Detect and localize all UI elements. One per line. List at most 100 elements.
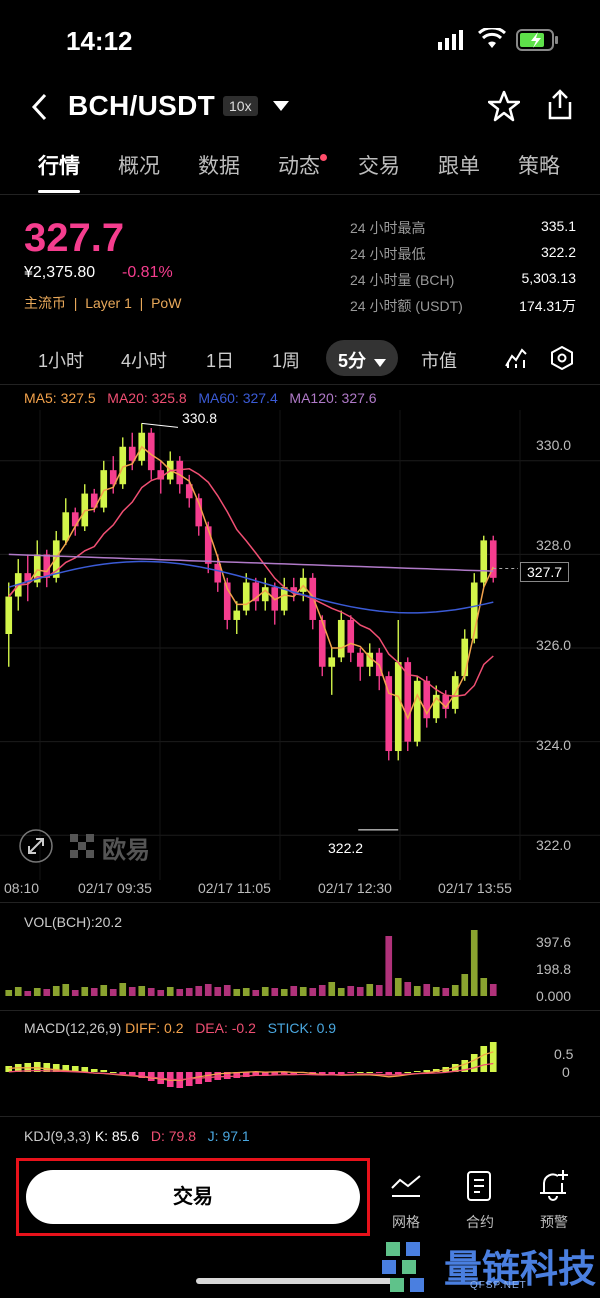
volume-bar bbox=[223, 985, 231, 996]
y-tick-label: 328.0 bbox=[536, 537, 572, 553]
candlestick-chart[interactable] bbox=[0, 410, 600, 880]
volume-bar bbox=[423, 984, 431, 996]
tab-bar: 行情 概况 数据 动态 交易 跟单 策略 bbox=[0, 150, 600, 194]
volume-bar bbox=[337, 988, 345, 996]
grid-chart-icon[interactable] bbox=[390, 1172, 422, 1205]
last-price-tag: 327.7 bbox=[520, 562, 570, 582]
kdj-k: K: 85.6 bbox=[94, 1128, 140, 1144]
macd-bar bbox=[404, 1072, 412, 1073]
divider bbox=[0, 902, 600, 903]
volume-bar bbox=[128, 987, 136, 996]
stat-value: 5,303.13 bbox=[521, 270, 577, 286]
chevron-down-icon[interactable] bbox=[272, 99, 290, 117]
volume-bar bbox=[356, 987, 364, 996]
volume-bar bbox=[299, 987, 307, 996]
tab-overview[interactable]: 概况 bbox=[118, 150, 160, 180]
stat-label: 24 小时最低 bbox=[350, 246, 426, 262]
macd-bar bbox=[356, 1072, 364, 1073]
volume-bar bbox=[71, 990, 79, 996]
home-indicator[interactable] bbox=[196, 1278, 404, 1284]
volume-bar bbox=[309, 988, 317, 996]
volume-bar bbox=[5, 990, 13, 996]
volume-bar bbox=[480, 978, 488, 996]
macd-diff: DIFF: 0.2 bbox=[125, 1020, 184, 1036]
x-tick-label: 02/17 12:30 bbox=[318, 880, 392, 896]
kdj-label: KDJ(9,3,3) bbox=[24, 1128, 91, 1144]
tab-news[interactable]: 动态 bbox=[278, 150, 320, 180]
volume-bar bbox=[347, 986, 355, 996]
volume-bar bbox=[328, 982, 336, 996]
fullscreen-icon[interactable] bbox=[18, 828, 54, 869]
macd-bar bbox=[100, 1070, 108, 1072]
interval-5m[interactable]: 5分 bbox=[338, 347, 366, 373]
tab-data[interactable]: 数据 bbox=[198, 150, 240, 180]
interval-1h[interactable]: 1小时 bbox=[38, 347, 84, 373]
divider bbox=[0, 1116, 600, 1117]
x-tick-label: 02/17 09:35 bbox=[78, 880, 152, 896]
volume-bar bbox=[461, 974, 469, 996]
interval-1d[interactable]: 1日 bbox=[206, 347, 234, 373]
stat-label: 24 小时最高 bbox=[350, 220, 426, 236]
settings-icon[interactable] bbox=[550, 345, 574, 375]
divider bbox=[0, 194, 600, 195]
interval-4h[interactable]: 4小时 bbox=[121, 347, 167, 373]
low-marker-label: 322.2 bbox=[328, 840, 364, 856]
star-icon[interactable] bbox=[487, 90, 521, 127]
candle-body bbox=[480, 540, 488, 583]
volume-bar bbox=[204, 984, 212, 996]
tab-strategy[interactable]: 策略 bbox=[518, 150, 560, 180]
candle-body bbox=[71, 512, 79, 527]
macd-dea: DEA: -0.2 bbox=[195, 1020, 256, 1036]
macd-bar bbox=[413, 1071, 421, 1072]
volume-bar bbox=[394, 978, 402, 996]
ma5-label: MA5: 327.5 bbox=[24, 390, 96, 406]
volume-bar bbox=[413, 986, 421, 996]
tab-trade[interactable]: 交易 bbox=[358, 150, 400, 180]
tab-copy[interactable]: 跟单 bbox=[438, 150, 480, 180]
pair-title[interactable]: BCH/USDT bbox=[68, 90, 215, 122]
volume-bar bbox=[242, 988, 250, 996]
contract-label[interactable]: 合约 bbox=[450, 1212, 510, 1232]
chevron-down-icon[interactable] bbox=[374, 354, 386, 372]
candle-body bbox=[347, 619, 355, 653]
grid-label[interactable]: 网格 bbox=[376, 1212, 436, 1232]
ma20-label: MA20: 325.8 bbox=[107, 390, 187, 406]
tab-market[interactable]: 行情 bbox=[38, 150, 80, 180]
indicator-icon[interactable] bbox=[504, 346, 528, 375]
notification-dot bbox=[320, 154, 327, 161]
volume-bar bbox=[432, 987, 440, 996]
candle-body bbox=[5, 596, 13, 634]
stat-value: 174.31万 bbox=[519, 298, 576, 314]
share-icon[interactable] bbox=[544, 88, 576, 127]
interval-1w[interactable]: 1周 bbox=[272, 347, 300, 373]
alert-label[interactable]: 预警 bbox=[524, 1212, 584, 1232]
contract-doc-icon[interactable] bbox=[466, 1170, 494, 1207]
interval-marketcap[interactable]: 市值 bbox=[421, 347, 457, 373]
macd-legend: MACD(12,26,9) DIFF: 0.2 DEA: -0.2 STICK:… bbox=[24, 1020, 336, 1036]
wifi-icon bbox=[477, 26, 507, 55]
macd-bar bbox=[347, 1072, 355, 1073]
candle-body bbox=[394, 662, 402, 752]
volume-bar bbox=[52, 986, 60, 996]
back-icon[interactable] bbox=[30, 92, 50, 127]
stat-value: 335.1 bbox=[540, 218, 576, 234]
signal-icon bbox=[438, 30, 464, 55]
candle-body bbox=[204, 526, 212, 564]
ma60-label: MA60: 327.4 bbox=[198, 390, 278, 406]
trade-button[interactable]: 交易 bbox=[26, 1170, 360, 1224]
volume-bar bbox=[24, 991, 32, 996]
cny-price: ¥2,375.80 bbox=[24, 264, 96, 281]
volume-bar bbox=[109, 989, 117, 996]
macd-bar bbox=[328, 1072, 336, 1074]
macd-tick-label: 0.5 bbox=[554, 1046, 574, 1062]
volume-bar bbox=[233, 989, 241, 996]
y-tick-label: 330.0 bbox=[536, 437, 572, 453]
volume-bar bbox=[43, 989, 51, 996]
kdj-legend: KDJ(9,3,3) K: 85.6 D: 79.8 J: 97.1 bbox=[24, 1128, 250, 1144]
x-tick-label: 02/17 13:55 bbox=[438, 880, 512, 896]
bell-plus-icon[interactable] bbox=[536, 1168, 570, 1207]
candle-body bbox=[242, 582, 250, 611]
high-marker-label: 330.8 bbox=[182, 410, 218, 426]
macd-bar bbox=[489, 1042, 497, 1072]
okx-logo-icon bbox=[70, 834, 96, 863]
